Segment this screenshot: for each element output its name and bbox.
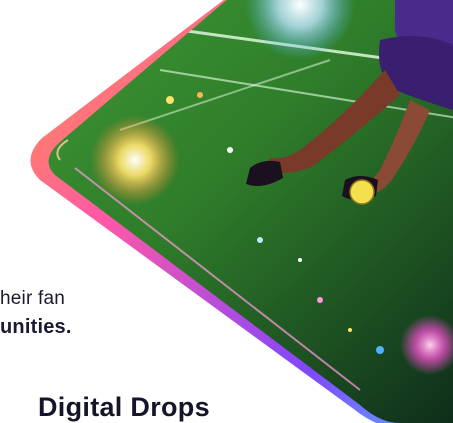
- card-illustration-svg: [30, 0, 453, 423]
- page: heir fan unities. Digital Drops: [0, 0, 453, 423]
- section-heading: Digital Drops: [38, 392, 210, 422]
- description-line-1: heir fan: [0, 288, 65, 309]
- card-illustration: [0, 0, 453, 423]
- description-line-2: unities.: [0, 316, 72, 338]
